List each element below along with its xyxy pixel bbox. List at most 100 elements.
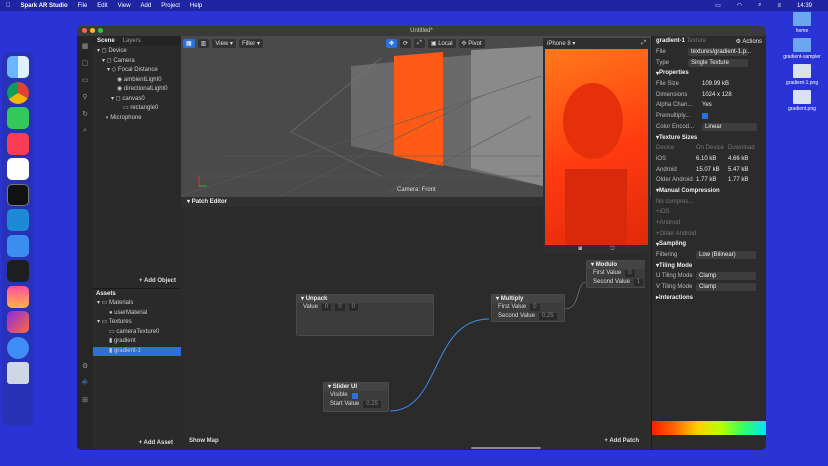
scale-tool-icon[interactable]: ⤢ [414, 38, 425, 48]
pin-icon[interactable]: ⚲ [82, 93, 87, 101]
modulo-node[interactable]: ▾ Modulo First Value 0 Second Value 1 [586, 260, 645, 288]
tree-directional-light[interactable]: ◉ directionalLight0 [93, 85, 181, 95]
multiply-node[interactable]: ▾ Multiply First Value 0 Second Value 0.25 [491, 294, 565, 322]
tree-user-material[interactable]: ● userMaterial [93, 309, 181, 319]
menu-edit[interactable]: Edit [97, 3, 107, 9]
desktop-gradient[interactable]: gradient.png [782, 90, 822, 112]
pivot-toggle[interactable]: ✣ Pivot [458, 38, 485, 48]
filter-dropdown[interactable]: Filter ▾ [238, 38, 263, 48]
chrome-icon[interactable] [7, 81, 29, 104]
wifi-icon[interactable]: ◠ [737, 2, 742, 9]
unpack-y[interactable]: 0 [335, 304, 345, 311]
manual-android[interactable]: + Android [652, 218, 766, 229]
v-tiling-dropdown[interactable]: Clamp [696, 283, 756, 292]
music-icon[interactable] [7, 132, 29, 155]
manual-older-android[interactable]: + Older Android [652, 228, 766, 239]
add-object-button[interactable]: + Add Object [139, 278, 176, 284]
desktop-home[interactable]: home [782, 12, 822, 34]
vscode-icon[interactable] [7, 209, 29, 231]
add-icon[interactable]: ⊞ [82, 396, 88, 404]
slider-ui-node[interactable]: ▾ Slider UI Visible Start Value 0.25 [323, 382, 389, 412]
unpack-node[interactable]: ▾ Unpack Value 0 0 0 [296, 294, 434, 336]
tab-scene[interactable]: Scene [93, 38, 119, 44]
desktop-gradient-1[interactable]: gradient-1.png [782, 64, 822, 86]
slider-visible-checkbox[interactable] [351, 392, 358, 399]
u-tiling-dropdown[interactable]: Clamp [696, 272, 756, 281]
spark-ar-icon[interactable] [7, 311, 29, 333]
manual-ios[interactable]: + iOS [652, 207, 766, 218]
mail-icon[interactable] [7, 234, 29, 257]
tree-ambient-light[interactable]: ◉ ambientLight0 [93, 76, 181, 86]
device-selector[interactable]: iPhone 8 ▾ [547, 40, 575, 47]
no-compression-option[interactable]: No compres... [656, 199, 693, 205]
patch-icon[interactable]: ⎆ [82, 379, 88, 387]
tree-canvas[interactable]: ▾ ◻ canvas0 [93, 95, 181, 105]
menu-add[interactable]: Add [141, 3, 152, 9]
search-icon[interactable]: ⌕ [758, 2, 761, 9]
interactions-section[interactable]: ▸ Interactions [652, 293, 766, 304]
layers-icon[interactable]: ▦ [82, 42, 89, 50]
split-view-icon[interactable]: ▥ [197, 38, 210, 48]
tree-microphone[interactable]: ◖ Microphone [93, 114, 181, 124]
clock[interactable]: 14:39 [797, 3, 812, 9]
texture-sizes-section[interactable]: ▾ Texture Sizes [652, 132, 766, 143]
apple-icon[interactable]:  [6, 3, 11, 9]
trash-icon[interactable] [7, 362, 29, 384]
menu-view[interactable]: View [118, 3, 131, 9]
add-asset-button[interactable]: + Add Asset [139, 440, 173, 446]
tree-rectangle[interactable]: ▭ rectangle0 [93, 104, 181, 114]
record-icon[interactable]: ⎋ [610, 246, 615, 253]
tree-textures[interactable]: ▾ ▭ Textures [93, 318, 181, 328]
local-toggle[interactable]: ▣ Local [427, 38, 456, 48]
modulo-first-input[interactable]: 0 [625, 270, 635, 277]
file-field[interactable]: textures/gradient-1.p... [688, 48, 751, 57]
properties-section[interactable]: ▾ Properties [652, 68, 766, 79]
tree-device[interactable]: ▾ ◻ Device [93, 47, 181, 57]
modulo-second-input[interactable]: 1 [633, 279, 644, 286]
move-tool-icon[interactable]: ✥ [385, 38, 397, 48]
tiling-section[interactable]: ▾ Tiling Mode [652, 260, 766, 271]
grid-view-icon[interactable]: ▦ [183, 38, 195, 48]
tweetbot-icon[interactable] [7, 336, 29, 359]
tree-focal-distance[interactable]: ▾ ◇ Focal Distance [93, 66, 181, 76]
slider-start-input[interactable]: 0.25 [363, 401, 381, 408]
figma-icon[interactable] [7, 260, 29, 282]
finder-icon[interactable] [7, 56, 29, 78]
filtering-dropdown[interactable]: Low (Bilinear) [696, 251, 756, 260]
color-encoding-dropdown[interactable]: Linear [702, 122, 757, 131]
minimize-button[interactable] [90, 28, 95, 33]
battery-icon[interactable]: ▭ [715, 2, 721, 9]
menu-file[interactable]: File [78, 3, 88, 9]
camera-icon[interactable]: ◙ [578, 246, 582, 253]
show-map-button[interactable]: Show Map [189, 438, 219, 444]
tab-layers[interactable]: Layers [119, 38, 145, 44]
layers-app-icon[interactable] [7, 285, 29, 308]
tree-camera[interactable]: ▾ ◻ Camera [93, 57, 181, 67]
rect-icon[interactable]: ▢ [82, 59, 89, 67]
menu-app[interactable]: Spark AR Studio [21, 3, 68, 9]
patch-scrollbar[interactable] [471, 447, 541, 449]
expand-icon[interactable]: ⤢ [641, 40, 646, 47]
multiply-first-input[interactable]: 0 [530, 304, 540, 311]
slack-icon[interactable] [7, 158, 29, 180]
multiply-second-input[interactable]: 0.25 [538, 313, 557, 320]
zoom-button[interactable] [98, 28, 103, 33]
premultiply-checkbox[interactable] [702, 113, 708, 120]
search-icon[interactable]: ⌕ [83, 127, 87, 135]
actions-menu[interactable]: ⚙ Actions [736, 38, 762, 45]
terminal-icon[interactable] [7, 183, 29, 206]
sampling-section[interactable]: ▾ Sampling [652, 239, 766, 250]
tree-materials[interactable]: ▾ ▭ Materials [93, 299, 181, 309]
refresh-icon[interactable]: ↻ [82, 110, 88, 118]
gear-icon[interactable]: ⚙ [82, 362, 88, 370]
tree-gradient[interactable]: ▮ gradient [93, 337, 181, 347]
simulator-preview[interactable] [545, 49, 648, 245]
view-dropdown[interactable]: View ▾ [212, 38, 236, 48]
tree-camera-texture[interactable]: ▭ cameraTexture0 [93, 328, 181, 338]
manual-compression-section[interactable]: ▾ Manual Compression [652, 186, 766, 197]
folder-icon[interactable]: ▭ [82, 76, 89, 84]
tree-gradient-1[interactable]: ▮ gradient-1 [93, 346, 181, 356]
unpack-z[interactable]: 0 [348, 304, 358, 311]
messages-icon[interactable] [7, 107, 29, 129]
close-button[interactable] [82, 28, 87, 33]
